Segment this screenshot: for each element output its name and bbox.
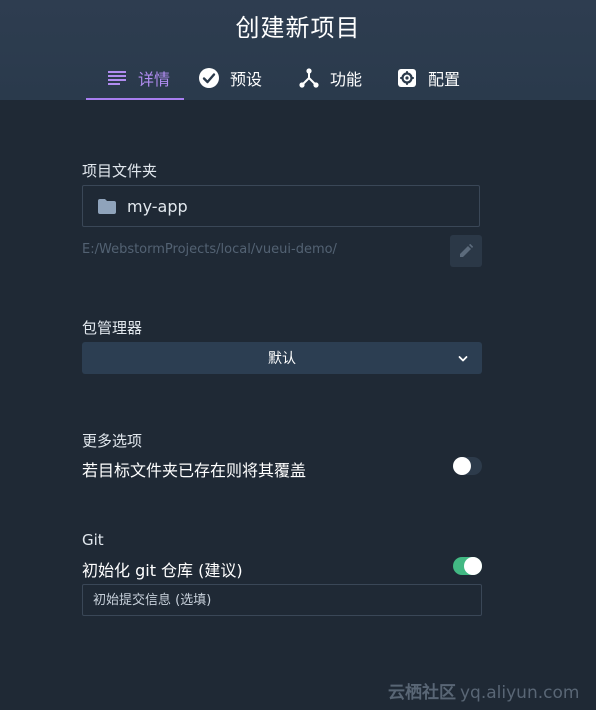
folder-icon	[98, 198, 116, 214]
tab-features[interactable]: 功能	[278, 58, 378, 100]
tab-details[interactable]: 详情	[86, 58, 184, 100]
overwrite-toggle[interactable]	[453, 457, 482, 475]
project-folder-label: 项目文件夹	[82, 162, 158, 180]
overwrite-label: 若目标文件夹已存在则将其覆盖	[82, 461, 307, 480]
folder-path: E:/WebstormProjects/local/vueui-demo/	[82, 242, 337, 257]
toggle-knob	[464, 557, 482, 575]
folder-name: my-app	[127, 196, 188, 216]
list-icon	[106, 67, 128, 89]
package-manager-value: 默认	[268, 351, 296, 367]
toggle-knob	[453, 457, 471, 475]
watermark-domain: yq.aliyun.com	[460, 683, 580, 703]
chevron-down-icon	[458, 352, 468, 368]
package-manager-select[interactable]: 默认	[82, 342, 482, 374]
tab-config[interactable]: 配置	[378, 58, 476, 100]
page-title: 创建新项目	[235, 14, 361, 42]
edit-path-button[interactable]	[450, 235, 482, 267]
tab-label: 功能	[330, 70, 363, 89]
check-circle-icon	[198, 67, 220, 89]
git-init-toggle[interactable]	[453, 557, 482, 575]
git-init-label: 初始化 git 仓库 (建议)	[82, 561, 243, 580]
tab-label: 预设	[230, 70, 263, 89]
tab-label: 详情	[138, 70, 171, 89]
pencil-icon	[459, 242, 473, 261]
tab-presets[interactable]: 预设	[184, 58, 278, 100]
gear-icon	[396, 67, 418, 89]
commit-message-input[interactable]	[82, 584, 482, 616]
tab-bar: 详情 预设 功能 配置	[86, 58, 476, 100]
header: 创建新项目 详情 预设 功能 配置	[0, 0, 596, 100]
package-manager-label: 包管理器	[82, 319, 143, 337]
git-label: Git	[82, 531, 104, 549]
more-options-label: 更多选项	[82, 432, 143, 450]
watermark: 云栖社区 yq.aliyun.com	[388, 678, 579, 703]
tab-label: 配置	[428, 70, 461, 89]
folder-name-field[interactable]: my-app	[82, 185, 480, 227]
watermark-brand: 云栖社区	[388, 683, 456, 703]
fork-icon	[298, 67, 320, 89]
